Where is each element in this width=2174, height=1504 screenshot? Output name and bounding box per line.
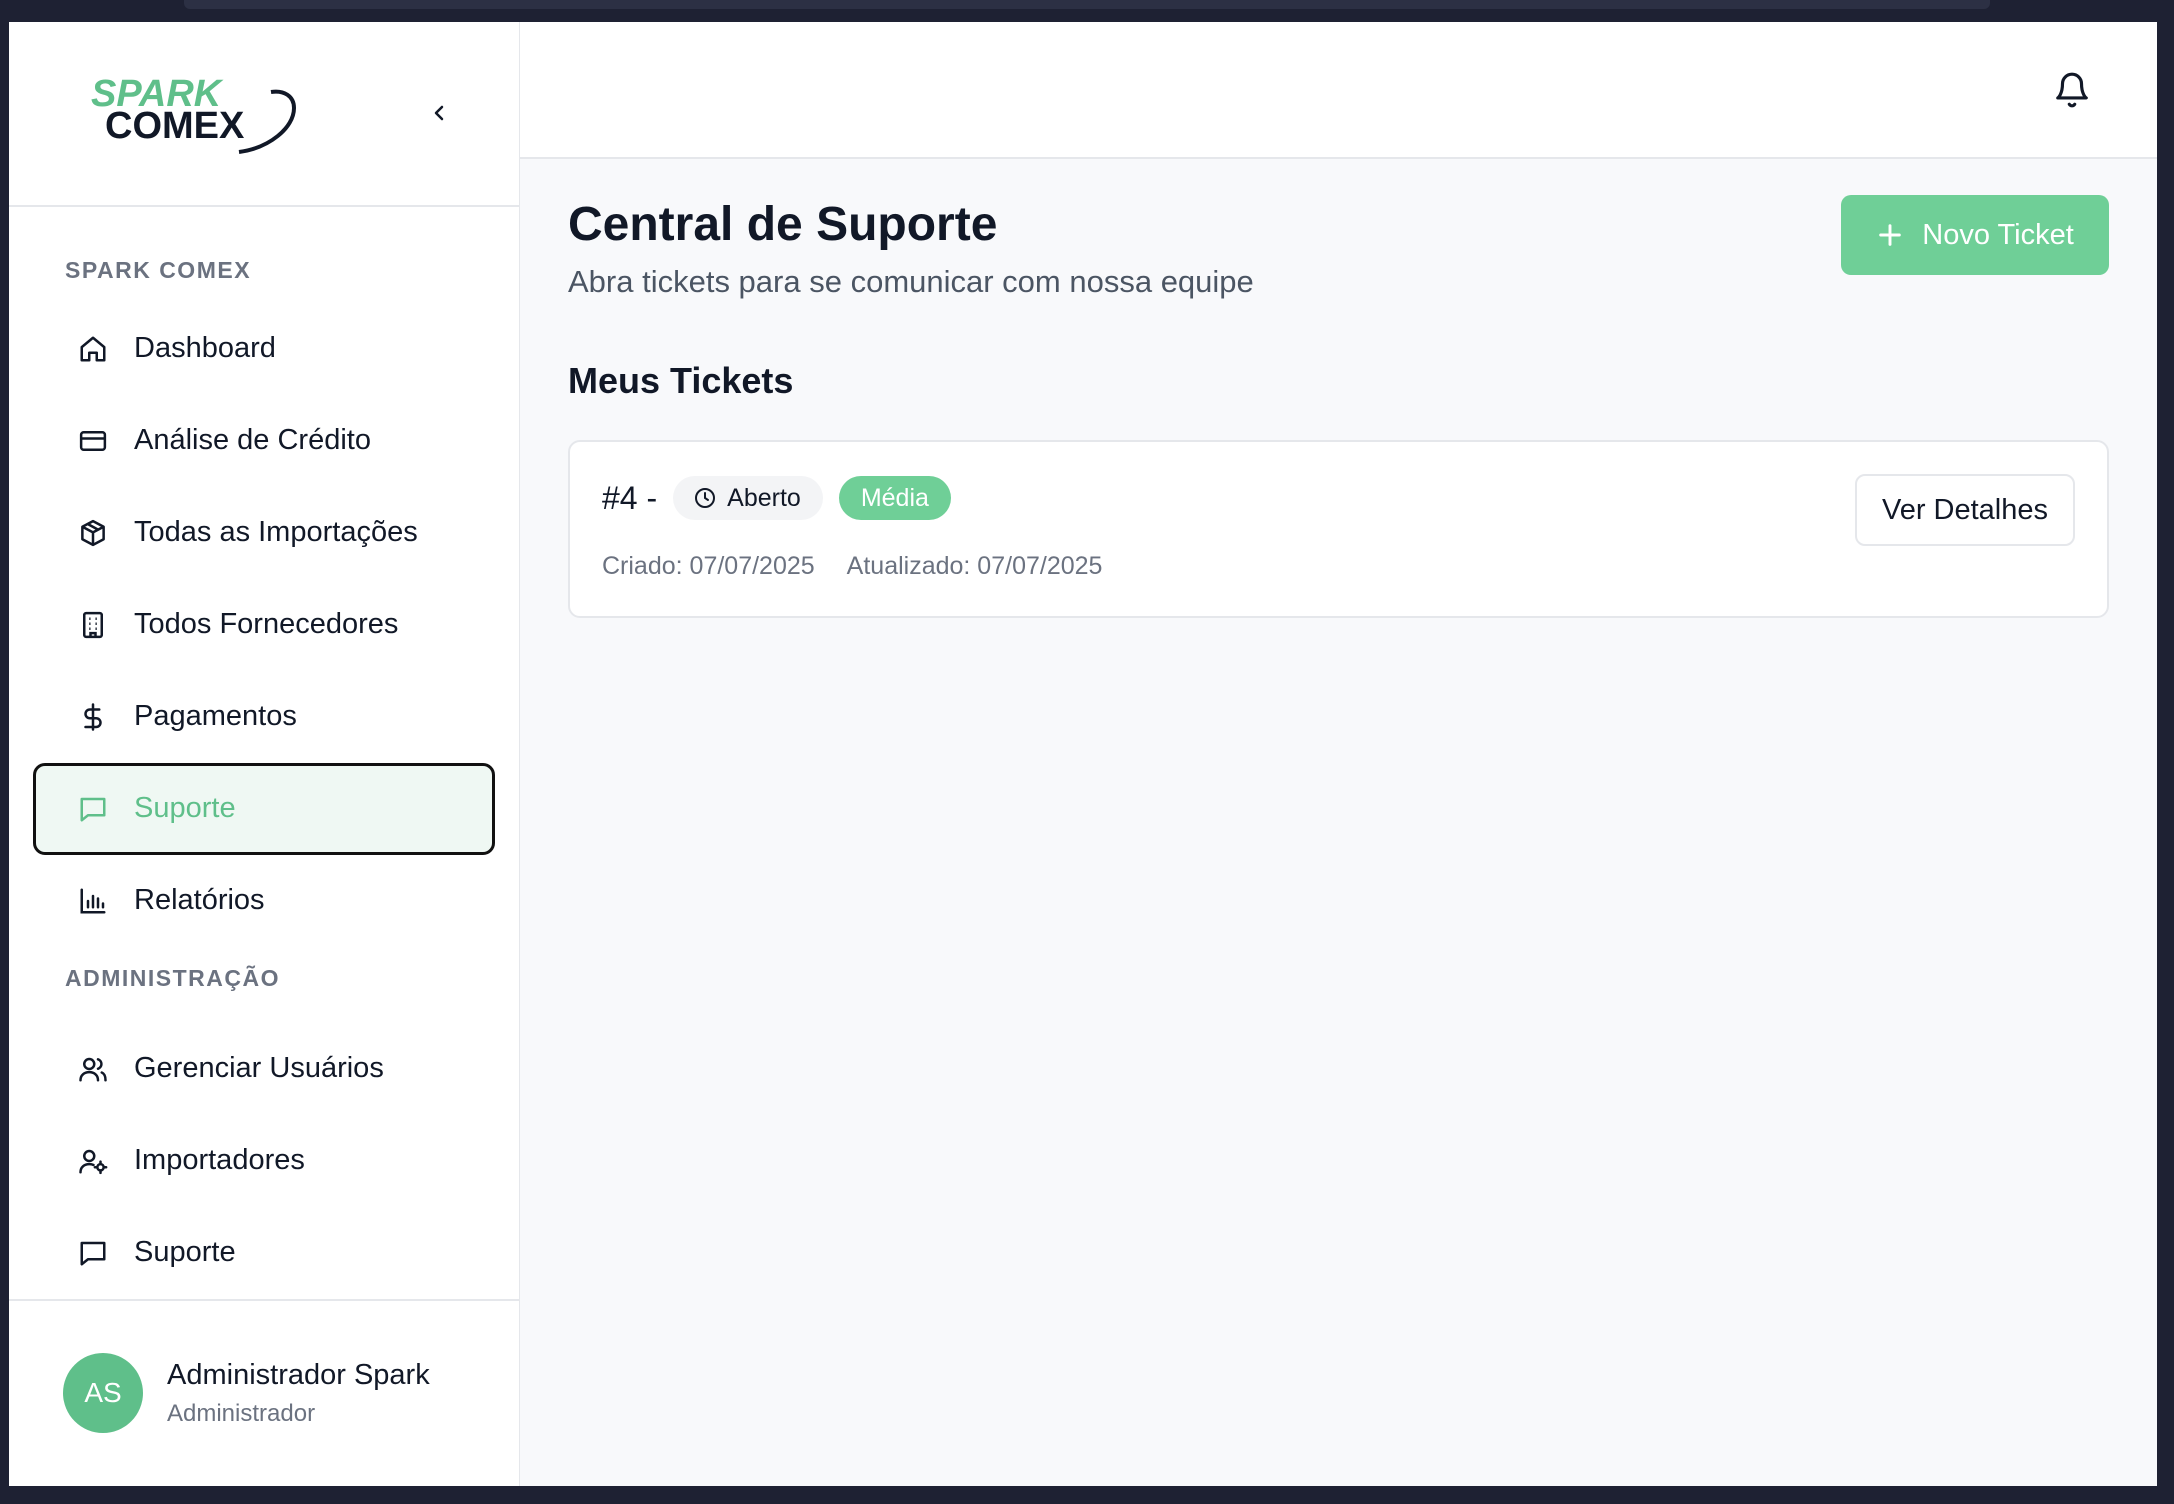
spark-comex-logo[interactable]: SPARK COMEX — [89, 68, 299, 158]
sidebar-item-dashboard[interactable]: Dashboard — [33, 303, 495, 395]
status-badge: Aberto — [673, 476, 823, 520]
ticket-card: #4 - Aberto Média Criado: 07/07/2025 Atu… — [568, 440, 2109, 618]
sidebar-item-label: Gerenciar Usuários — [134, 1052, 384, 1085]
sidebar-item-label: Importadores — [134, 1144, 305, 1177]
section-label-main: SPARK COMEX — [65, 256, 252, 283]
main-area: Central de Suporte Abra tickets para se … — [520, 22, 2157, 1486]
page-subtitle: Abra tickets para se comunicar com nossa… — [568, 264, 1254, 299]
top-bar — [520, 22, 2157, 159]
clock-icon — [695, 488, 716, 508]
sidebar: SPARK COMEX SPARK COMEX Dashboard Anális… — [9, 22, 520, 1486]
bar-chart-icon — [80, 888, 106, 914]
content: Central de Suporte Abra tickets para se … — [520, 159, 2157, 618]
package-icon — [81, 519, 105, 546]
sidebar-item-label: Suporte — [134, 1236, 236, 1269]
new-ticket-label: Novo Ticket — [1922, 218, 2074, 251]
ticket-id: #4 - — [602, 479, 658, 516]
bell-icon[interactable] — [2053, 71, 2091, 109]
users-icon — [79, 1057, 107, 1082]
page-header: Central de Suporte Abra tickets para se … — [568, 189, 2109, 300]
section-title: Meus Tickets — [568, 360, 794, 401]
sidebar-item-credit-analysis[interactable]: Análise de Crédito — [33, 395, 495, 487]
sidebar-item-manage-users[interactable]: Gerenciar Usuários — [33, 1023, 495, 1115]
sidebar-item-label: Todos Fornecedores — [134, 608, 399, 641]
message-square-icon — [80, 797, 106, 822]
user-profile[interactable]: AS Administrador Spark Administrador — [9, 1298, 519, 1486]
home-icon — [80, 336, 106, 362]
user-role: Administrador — [167, 1399, 316, 1427]
sidebar-item-payments[interactable]: Pagamentos — [33, 671, 495, 763]
ticket-created: Criado: 07/07/2025 — [602, 552, 815, 580]
view-details-button[interactable]: Ver Detalhes — [1855, 474, 2075, 546]
sidebar-item-support[interactable]: Suporte — [33, 762, 495, 855]
collapse-sidebar-button[interactable] — [419, 93, 459, 133]
avatar: AS — [63, 1353, 143, 1434]
sidebar-item-admin-support[interactable]: Suporte — [33, 1207, 495, 1299]
priority-badge: Média — [838, 476, 951, 520]
ticket-updated: Atualizado: 07/07/2025 — [846, 552, 1103, 580]
credit-card-icon — [79, 430, 107, 451]
sidebar-item-label: Suporte — [134, 792, 236, 825]
sidebar-item-imports[interactable]: Todas as Importações — [33, 487, 495, 579]
app-window: SPARK COMEX SPARK COMEX Dashboard Anális… — [9, 22, 2157, 1486]
sidebar-item-label: Dashboard — [134, 332, 276, 365]
sidebar-item-label: Pagamentos — [134, 700, 297, 733]
user-cog-icon — [79, 1149, 108, 1174]
sidebar-item-label: Análise de Crédito — [134, 424, 371, 457]
dollar-icon — [84, 702, 102, 731]
chevron-left-icon — [434, 106, 444, 121]
sidebar-item-suppliers[interactable]: Todos Fornecedores — [33, 579, 495, 671]
message-square-icon — [80, 1241, 106, 1266]
logo-line2: COMEX — [105, 105, 245, 147]
sidebar-item-importers[interactable]: Importadores — [33, 1115, 495, 1207]
user-info: Administrador Spark Administrador — [167, 1359, 430, 1428]
sidebar-nav: SPARK COMEX Dashboard Análise de Crédito… — [9, 207, 519, 1299]
sidebar-item-label: Relatórios — [134, 884, 265, 917]
status-label: Aberto — [727, 483, 801, 512]
user-name: Administrador Spark — [167, 1358, 430, 1391]
building-icon — [83, 611, 103, 638]
plus-icon — [1879, 224, 1902, 246]
new-ticket-button[interactable]: Novo Ticket — [1841, 195, 2109, 275]
ticket-dates: Criado: 07/07/2025 Atualizado: 07/07/202… — [602, 552, 2075, 581]
sidebar-item-label: Todas as Importações — [134, 516, 418, 549]
sidebar-item-reports[interactable]: Relatórios — [33, 855, 495, 947]
sidebar-header: SPARK COMEX — [9, 22, 519, 207]
page-title: Central de Suporte — [568, 198, 998, 251]
browser-top-strip — [184, 0, 1990, 9]
section-label-admin: ADMINISTRAÇÃO — [65, 964, 280, 991]
